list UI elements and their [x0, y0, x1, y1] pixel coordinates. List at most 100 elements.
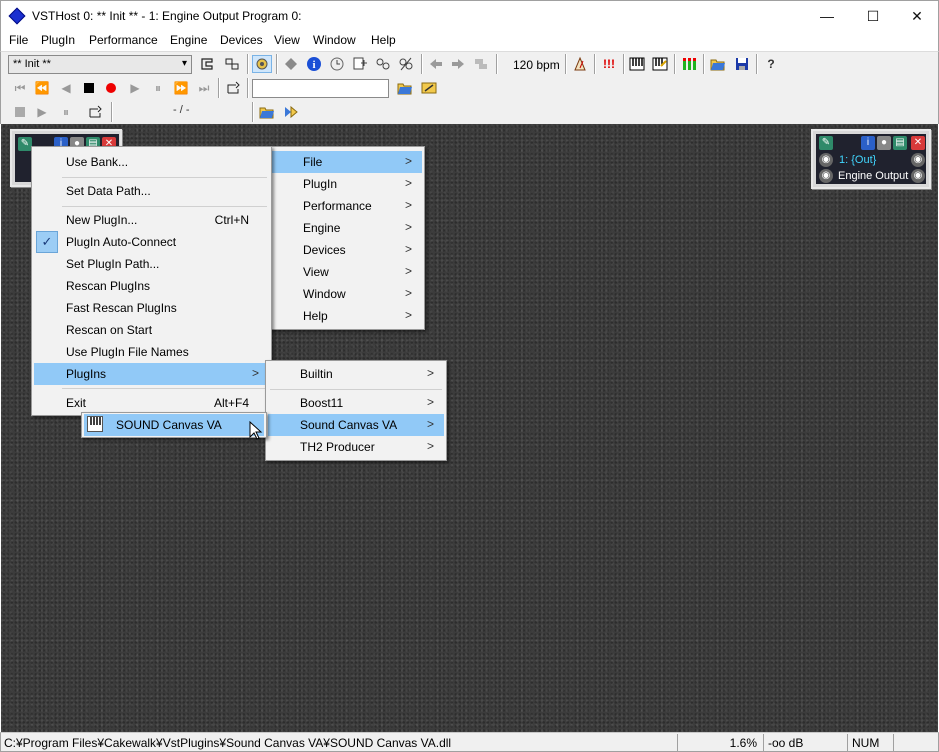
engine-on-icon[interactable] [252, 55, 272, 73]
plugin-box-engine-output[interactable]: ✎ i ● ▤ ✕ ◉ ◉ ◉ ◉ 1: {Out} Engine Output [811, 129, 931, 189]
loop-icon[interactable] [223, 79, 243, 97]
menu-engine[interactable]: Engine [170, 33, 207, 47]
menu-item-use-bank[interactable]: Use Bank... [34, 151, 269, 173]
menu-item-exit[interactable]: Exit Alt+F4 [34, 392, 269, 414]
play-icon[interactable]: ▶ [125, 79, 145, 97]
menu-item-plugin-auto-connect[interactable]: ✓ PlugIn Auto-Connect [34, 231, 269, 253]
submenu-boost11[interactable]: Boost11 > [268, 392, 444, 414]
chevron-right-icon: > [404, 286, 412, 300]
submenu-item-sound-canvas-va[interactable]: SOUND Canvas VA [84, 414, 264, 436]
step-back-icon[interactable]: ◀ [56, 79, 76, 97]
menu-item-use-plugin-file-names[interactable]: Use PlugIn File Names [34, 341, 269, 363]
stop-icon[interactable] [79, 79, 99, 97]
open-midi-icon[interactable] [395, 79, 415, 97]
popup-devices[interactable]: Devices > [271, 239, 422, 261]
output-info-icon[interactable]: i [861, 136, 875, 150]
output-disc-icon[interactable]: ● [877, 136, 891, 150]
chevron-right-icon: > [404, 154, 412, 168]
submenu-th2-producer[interactable]: TH2 Producer > [268, 436, 444, 458]
output-knob-2-icon[interactable]: ◉ [819, 169, 833, 183]
chevron-right-icon: > [426, 366, 434, 380]
plugin-wrench-icon[interactable]: ✎ [18, 137, 32, 151]
open-folder-icon[interactable] [708, 55, 728, 73]
output-close-icon[interactable]: ✕ [911, 136, 925, 150]
menu-devices[interactable]: Devices [220, 33, 263, 47]
output-edit-icon[interactable]: ▤ [893, 136, 907, 150]
menu-plugin[interactable]: PlugIn [41, 33, 75, 47]
menu-window[interactable]: Window [313, 33, 356, 47]
midi-file-field[interactable] [252, 79, 389, 98]
menu-item-new-plugin[interactable]: New PlugIn... Ctrl+N [34, 209, 269, 231]
menu-help[interactable]: Help [371, 33, 396, 47]
wave-loop-icon[interactable] [85, 103, 105, 121]
record-icon[interactable] [101, 79, 121, 97]
midi-thru-icon[interactable] [198, 55, 218, 73]
wave-position: - / - [173, 104, 190, 116]
output-knob-3-icon[interactable]: ◉ [911, 153, 925, 167]
chain-icon[interactable] [222, 55, 242, 73]
output-wrench-icon[interactable]: ✎ [819, 136, 833, 150]
output-knob-icon[interactable]: ◉ [819, 153, 833, 167]
popup-file[interactable]: File > [271, 151, 422, 173]
panic-icon[interactable]: !!! [599, 55, 619, 73]
plugin-workspace[interactable]: ✎ i ● ▤ ✕ ✎ i ● ▤ ✕ ◉ ◉ ◉ ◉ 1: {Out} Eng… [1, 124, 938, 732]
popup-performance[interactable]: Performance > [271, 195, 422, 217]
submenu-builtin[interactable]: Builtin > [268, 363, 444, 385]
popup-plugin[interactable]: PlugIn > [271, 173, 422, 195]
open-wave-icon[interactable] [257, 103, 277, 121]
chevron-right-icon: > [404, 220, 412, 234]
menu-item-fast-rescan-plugins[interactable]: Fast Rescan PlugIns [34, 297, 269, 319]
info-icon[interactable]: i [304, 55, 324, 73]
list-icon[interactable] [471, 55, 491, 73]
rewind-start-icon[interactable]: ⏮ [10, 79, 30, 97]
toolbar-area: ** Init ** ▾ i 120 bpm !!! ? ⏮ ⏪ ◀ ▶ ⏸ ⏩… [0, 51, 939, 124]
chevron-right-icon: > [426, 395, 434, 409]
popup-window[interactable]: Window > [271, 283, 422, 305]
metronome-icon[interactable] [570, 55, 590, 73]
level-meter-icon[interactable] [679, 55, 699, 73]
menu-performance[interactable]: Performance [89, 33, 158, 47]
plugins-submenu: Builtin > Boost11 > Sound Canvas VA > TH2 P… [265, 360, 447, 461]
bpm-display[interactable]: 120 bpm [513, 58, 560, 72]
menu-view[interactable]: View [274, 33, 300, 47]
chain-link-icon[interactable] [373, 55, 393, 73]
popup-help[interactable]: Help > [271, 305, 422, 327]
menu-item-plugins[interactable]: PlugIns > [34, 363, 269, 385]
menu-file[interactable]: File [9, 33, 28, 47]
output-knob-4-icon[interactable]: ◉ [911, 169, 925, 183]
menu-bar: File PlugIn Performance Engine Devices V… [0, 31, 939, 51]
svg-text:i: i [312, 59, 315, 71]
close-button[interactable]: ✕ [894, 1, 939, 32]
maximize-button[interactable]: ☐ [850, 1, 896, 32]
menu-item-set-plugin-path[interactable]: Set PlugIn Path... [34, 253, 269, 275]
program-select[interactable]: ** Init ** ▾ [8, 55, 192, 74]
keyboard-edit-icon[interactable] [650, 55, 670, 73]
popup-view[interactable]: View > [271, 261, 422, 283]
arrow-right-icon[interactable] [448, 55, 468, 73]
minimize-button[interactable]: — [804, 1, 850, 32]
chain-link-2-icon[interactable] [396, 55, 416, 73]
save-icon[interactable] [732, 55, 752, 73]
forward-end-icon[interactable]: ⏭ [194, 79, 214, 97]
menu-item-set-data-path[interactable]: Set Data Path... [34, 180, 269, 202]
edit-plugin-icon[interactable] [350, 55, 370, 73]
arrow-left-icon[interactable] [426, 55, 446, 73]
menu-item-rescan-plugins[interactable]: Rescan PlugIns [34, 275, 269, 297]
menu-item-rescan-on-start[interactable]: Rescan on Start [34, 319, 269, 341]
wave-stop-icon[interactable] [10, 103, 30, 121]
wave-record-settings-icon[interactable] [281, 103, 301, 121]
keyboard-icon[interactable] [627, 55, 647, 73]
fast-forward-icon[interactable]: ⏩ [171, 79, 191, 97]
diamond-icon[interactable] [281, 55, 301, 73]
wave-pause-icon[interactable]: ⏸ [56, 103, 76, 121]
midi-settings-icon[interactable] [419, 79, 439, 97]
wave-play-icon[interactable]: ▶ [32, 103, 52, 121]
submenu-sound-canvas-va[interactable]: Sound Canvas VA > [268, 414, 444, 436]
clock-icon[interactable] [327, 55, 347, 73]
help-icon[interactable]: ? [761, 55, 781, 73]
chevron-right-icon: > [404, 198, 412, 212]
rewind-icon[interactable]: ⏪ [32, 79, 52, 97]
window-title: VSTHost 0: ** Init ** - 1: Engine Output… [32, 9, 302, 23]
popup-engine[interactable]: Engine > [271, 217, 422, 239]
pause-icon[interactable]: ⏸ [148, 79, 168, 97]
